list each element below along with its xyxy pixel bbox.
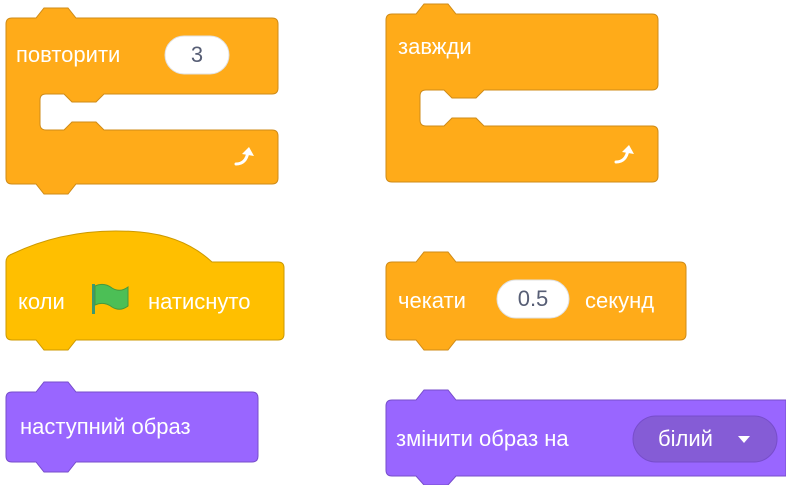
when-flag-label-before: коли [18,289,65,314]
wait-label-before: чекати [398,288,466,313]
forever-block[interactable]: завжди [385,3,659,183]
repeat-count-input[interactable]: 3 [164,35,230,75]
when-flag-clicked-block[interactable]: коли натиснуто [5,230,285,351]
switch-costume-label: змінити образ на [396,426,569,451]
block-palette: повторити 3 завжди коли натиснуто чекати [5,3,786,485]
costume-dropdown[interactable]: білий [632,415,778,463]
switch-costume-block[interactable]: змінити образ на білий [385,389,786,485]
repeat-label: повторити [16,42,120,67]
wait-label-after: секунд [585,288,654,313]
repeat-block[interactable]: повторити 3 [5,7,279,195]
wait-seconds-value: 0.5 [518,286,549,311]
next-costume-block[interactable]: наступний образ [5,381,259,473]
next-costume-label: наступний образ [20,414,191,439]
when-flag-label-after: натиснуто [148,289,250,314]
repeat-count-value: 3 [191,42,203,67]
costume-dropdown-value: білий [658,426,713,451]
forever-label: завжди [398,34,472,59]
wait-seconds-input[interactable]: 0.5 [496,279,570,319]
wait-block[interactable]: чекати 0.5 секунд [385,251,687,351]
